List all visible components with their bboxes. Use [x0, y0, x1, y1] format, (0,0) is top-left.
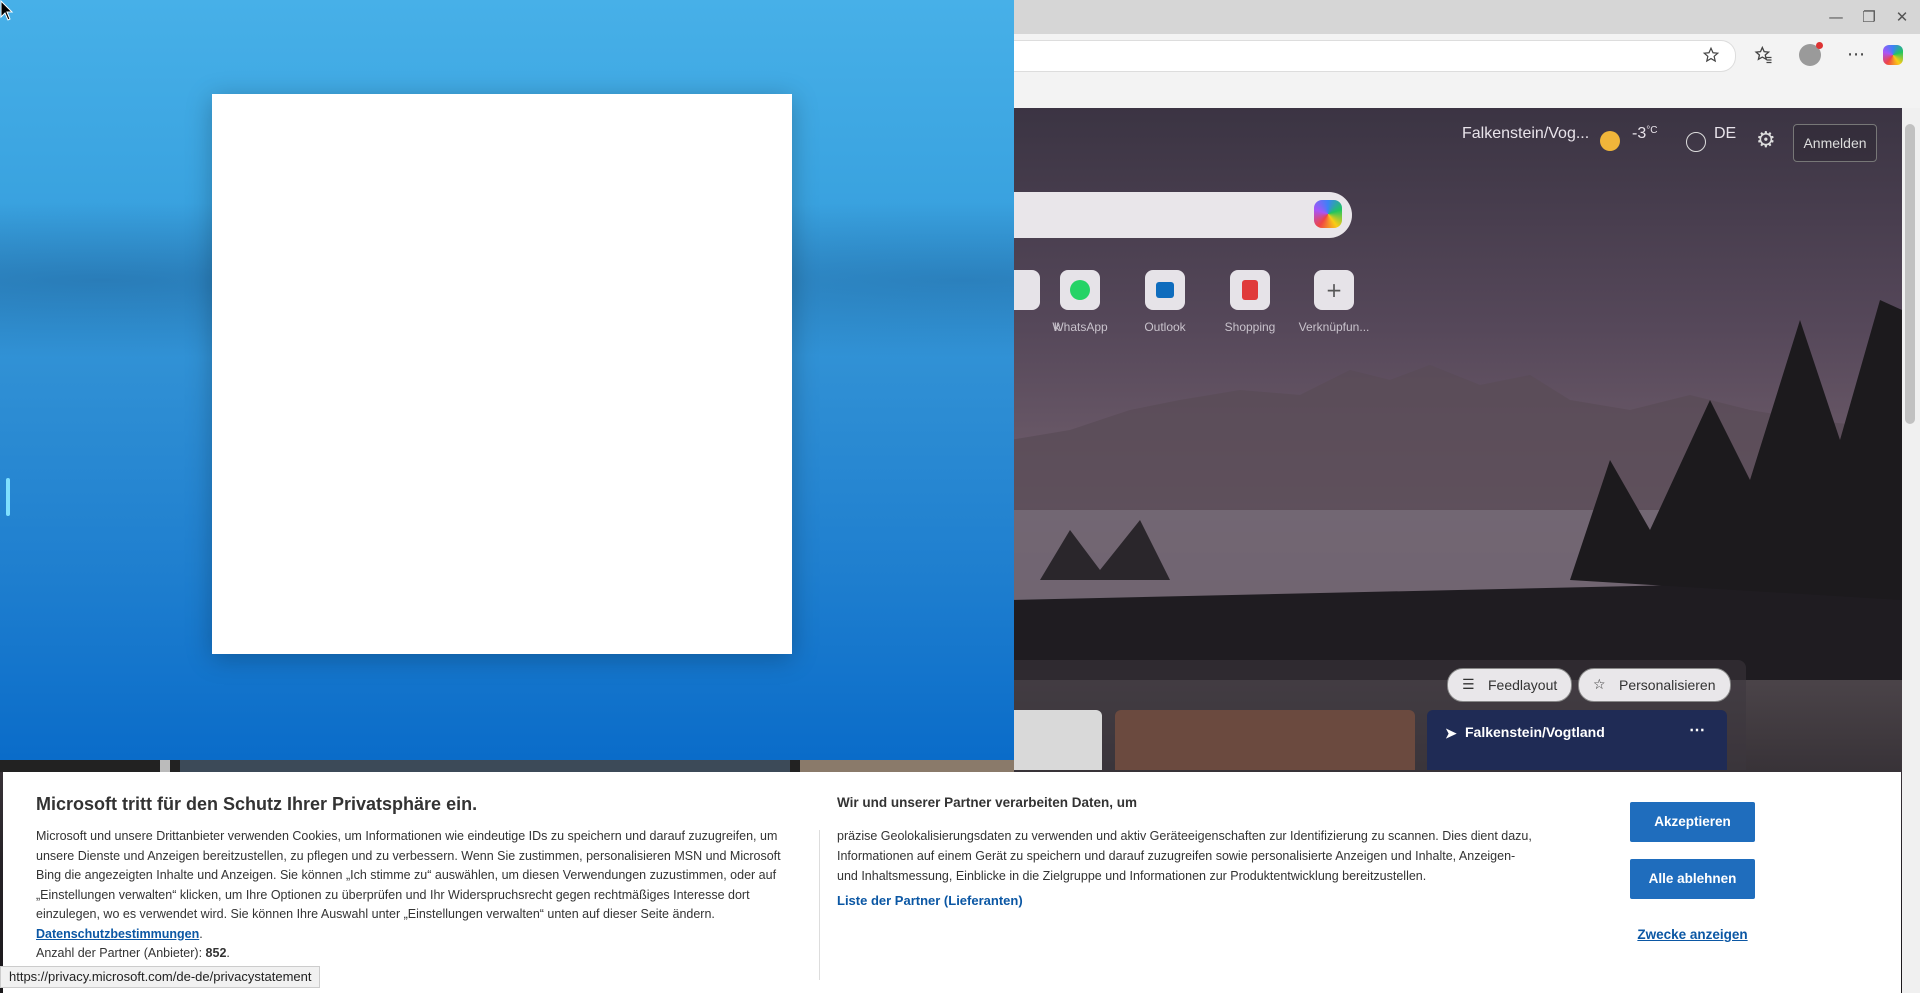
- tile-label: Verknüpfun...: [1298, 320, 1370, 334]
- copilot-icon[interactable]: [1883, 40, 1913, 70]
- tile-label: WhatsApp: [1052, 320, 1108, 334]
- outlook-icon: [1145, 270, 1185, 310]
- whatsapp-icon: [1060, 270, 1100, 310]
- tile-label: Shopping: [1224, 320, 1276, 334]
- tile-label: Outlook: [1144, 320, 1186, 334]
- cookie-consent-banner: Microsoft tritt für den Schutz Ihrer Pri…: [3, 772, 1901, 993]
- add-icon: +: [1314, 270, 1354, 310]
- blue-app-window: [0, 0, 1014, 760]
- sliders-icon: ☰: [1462, 677, 1475, 693]
- quick-link-shopping[interactable]: Shopping: [1210, 270, 1290, 334]
- consent-purposes-title: Wir und unserer Partner verarbeiten Date…: [837, 795, 1137, 810]
- weather-card-location: Falkenstein/Vogtland: [1465, 724, 1605, 740]
- scrollbar-thumb[interactable]: [1905, 124, 1915, 424]
- close-button[interactable]: ✕: [1884, 4, 1920, 30]
- consent-text-block: Microsoft und unsere Drittanbieter verwe…: [36, 829, 781, 960]
- search-input[interactable]: [1000, 192, 1352, 238]
- personalize-button[interactable]: ☆ Personalisieren: [1578, 668, 1731, 702]
- feed-layout-button[interactable]: ☰ Feedlayout: [1447, 668, 1573, 702]
- partners-list-link[interactable]: Liste der Partner (Lieferanten): [837, 893, 1023, 908]
- signin-button[interactable]: Anmelden: [1793, 124, 1877, 162]
- privacy-link[interactable]: Datenschutzbestimmungen: [36, 927, 199, 941]
- profile-icon[interactable]: [1795, 40, 1825, 70]
- favorites-icon[interactable]: [1749, 40, 1779, 70]
- blank-panel: [212, 94, 792, 654]
- personalize-label: Personalisieren: [1619, 677, 1716, 693]
- reject-all-button[interactable]: Alle ablehnen: [1630, 859, 1755, 899]
- partners-count-label: Anzahl der Partner (Anbieter):: [36, 946, 203, 960]
- status-bar-url: https://privacy.microsoft.com/de-de/priv…: [0, 966, 321, 988]
- temperature-unit: °C: [1646, 125, 1658, 136]
- news-card[interactable]: [1115, 710, 1415, 770]
- weather-card[interactable]: ➤ Falkenstein/Vogtland ⋯: [1427, 710, 1727, 770]
- settings-gear-icon[interactable]: ⚙: [1756, 128, 1776, 153]
- accept-button[interactable]: Akzeptieren: [1630, 802, 1755, 842]
- quick-link-add[interactable]: + Verknüpfun...: [1294, 270, 1374, 334]
- accent-indicator: [6, 478, 10, 516]
- more-icon[interactable]: ⋯: [1841, 40, 1871, 70]
- shopping-bag-icon: [1230, 270, 1270, 310]
- address-bar[interactable]: [1000, 40, 1736, 72]
- temperature[interactable]: -3°C: [1632, 125, 1657, 143]
- temperature-value: -3: [1632, 125, 1647, 142]
- show-purposes-link[interactable]: Zwecke anzeigen: [1630, 927, 1755, 942]
- weather-location[interactable]: Falkenstein/Vog...: [1462, 125, 1589, 143]
- divider: [819, 830, 820, 980]
- globe-icon[interactable]: [1686, 132, 1706, 152]
- location-arrow-icon: ➤: [1445, 725, 1457, 741]
- language-selector[interactable]: DE: [1714, 125, 1736, 143]
- star-outline-icon[interactable]: [1696, 40, 1726, 70]
- restore-button[interactable]: ❐: [1851, 4, 1887, 30]
- feed-layout-label: Feedlayout: [1488, 677, 1558, 693]
- copilot-search-icon[interactable]: [1314, 200, 1342, 228]
- quick-link-outlook[interactable]: Outlook: [1125, 270, 1205, 334]
- quick-link-whatsapp[interactable]: WhatsApp: [1040, 270, 1120, 334]
- consent-text: Microsoft und unsere Drittanbieter verwe…: [36, 829, 781, 921]
- landscape-background: [1010, 300, 1902, 680]
- mouse-cursor-icon: [0, 0, 14, 21]
- moon-weather-icon[interactable]: [1600, 131, 1620, 151]
- personalize-star-icon: ☆: [1593, 677, 1606, 693]
- more-options-icon[interactable]: ⋯: [1689, 720, 1705, 740]
- consent-purposes-text: präzise Geolokalisierungsdaten zu verwen…: [837, 829, 1532, 883]
- partners-count: 852: [205, 946, 227, 960]
- background-strip: [0, 760, 1014, 772]
- minimize-button[interactable]: —: [1818, 4, 1854, 30]
- news-card[interactable]: [1000, 710, 1102, 770]
- consent-title: Microsoft tritt für den Schutz Ihrer Pri…: [36, 794, 478, 814]
